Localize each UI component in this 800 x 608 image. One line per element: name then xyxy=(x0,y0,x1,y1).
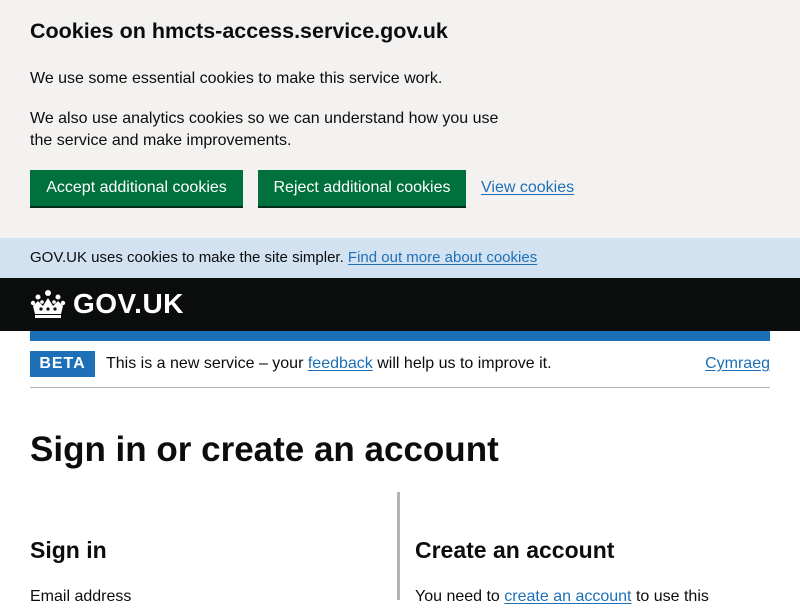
page-title: Sign in or create an account xyxy=(30,430,499,469)
create-account-text-before: You need to xyxy=(415,588,500,605)
beta-banner-message: This is a new service – your feedback wi… xyxy=(106,353,552,375)
beta-divider xyxy=(30,387,770,388)
accept-cookies-button[interactable]: Accept additional cookies xyxy=(30,170,243,206)
beta-text-before: This is a new service – your xyxy=(106,355,304,372)
header-blue-bar xyxy=(30,331,770,341)
feedback-link[interactable]: feedback xyxy=(308,355,373,372)
create-account-text: You need to create an account to use thi… xyxy=(415,586,800,608)
column-divider xyxy=(397,492,400,600)
cookie-info-message: GOV.UK uses cookies to make the site sim… xyxy=(30,248,537,268)
create-account-text-after: to use this xyxy=(635,588,709,605)
reject-cookies-button[interactable]: Reject additional cookies xyxy=(258,170,466,206)
create-account-heading: Create an account xyxy=(415,537,615,563)
sign-in-heading: Sign in xyxy=(30,537,107,563)
cookie-info-text: GOV.UK uses cookies to make the site sim… xyxy=(30,249,344,266)
beta-text-after: will help us to improve it. xyxy=(377,355,552,372)
cookie-banner-title: Cookies on hmcts-access.service.gov.uk xyxy=(30,19,448,43)
view-cookies-link[interactable]: View cookies xyxy=(481,178,574,198)
language-toggle-link[interactable]: Cymraeg xyxy=(705,353,770,375)
beta-tag: BETA xyxy=(30,351,95,377)
cookie-banner-text-analytics: We also use analytics cookies so we can … xyxy=(30,110,499,149)
email-address-label: Email address xyxy=(30,588,132,605)
crown-icon xyxy=(30,290,66,318)
find-out-more-cookies-link[interactable]: Find out more about cookies xyxy=(348,249,537,266)
govuk-logo-link[interactable]: GOV.UK xyxy=(73,286,184,322)
create-account-link[interactable]: create an account xyxy=(504,588,631,605)
cookie-banner: Cookies on hmcts-access.service.gov.uk W… xyxy=(0,0,800,238)
cookie-banner-text-essential: We use some essential cookies to make th… xyxy=(30,70,443,87)
